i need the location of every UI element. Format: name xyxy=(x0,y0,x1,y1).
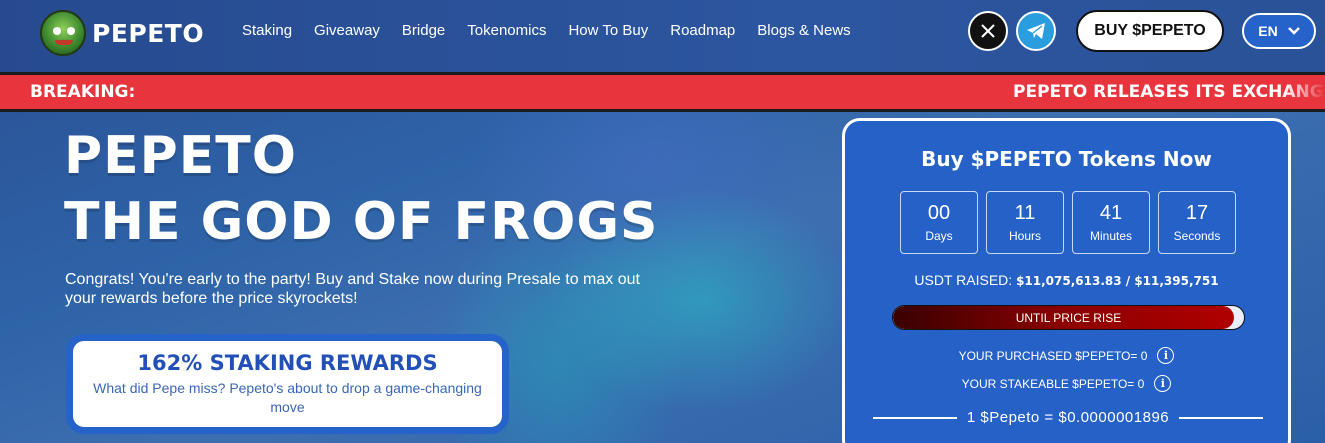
buy-tokens-panel: Buy $PEPETO Tokens Now 00 Days 11 Hours … xyxy=(842,118,1291,443)
divider xyxy=(873,416,957,419)
presale-countdown: 00 Days 11 Hours 41 Minutes 17 Seconds xyxy=(900,191,1236,254)
purchased-balance-text: YOUR PURCHASED $PEPETO= 0 xyxy=(958,348,1148,363)
nav-item-tokenomics[interactable]: Tokenomics xyxy=(467,22,546,39)
nav-item-giveaway[interactable]: Giveaway xyxy=(314,22,380,39)
nav-item-roadmap[interactable]: Roadmap xyxy=(670,22,735,39)
chevron-down-icon xyxy=(1287,27,1300,35)
nav-item-blogs-news[interactable]: Blogs & News xyxy=(757,22,850,39)
staking-rewards-title: 162% STAKING REWARDS xyxy=(137,351,438,375)
countdown-hours-label: Hours xyxy=(1008,229,1041,243)
staking-rewards-card[interactable]: 162% STAKING REWARDS What did Pepe miss?… xyxy=(66,334,509,434)
hero-title-line2: THE GOD OF FROGS xyxy=(64,192,659,252)
main-nav: Staking Giveaway Bridge Tokenomics How T… xyxy=(242,22,873,39)
presale-progress-bar: UNTIL PRICE RISE xyxy=(892,305,1245,330)
brand-logo[interactable]: PEPETO xyxy=(40,10,204,56)
countdown-days: 00 Days xyxy=(900,191,978,254)
buy-panel-title: Buy $PEPETO Tokens Now xyxy=(921,147,1212,171)
buy-pepeto-button[interactable]: BUY $PEPETO xyxy=(1076,10,1224,52)
countdown-seconds: 17 Seconds xyxy=(1158,191,1236,254)
hero-title: PEPETO THE GOD OF FROGS xyxy=(64,128,659,260)
countdown-days-label: Days xyxy=(925,229,953,243)
nav-item-staking[interactable]: Staking xyxy=(242,22,292,39)
brand-name: PEPETO xyxy=(92,18,205,48)
stakeable-balance-text: YOUR STAKEABLE $PEPETO= 0 xyxy=(961,376,1145,391)
ticker-label: BREAKING: xyxy=(30,82,136,102)
language-selector[interactable]: EN xyxy=(1242,13,1316,49)
hero-subtitle: Congrats! You're early to the party! Buy… xyxy=(65,271,640,307)
countdown-seconds-label: Seconds xyxy=(1173,229,1221,243)
info-icon[interactable]: i xyxy=(1154,375,1172,392)
purchased-balance: YOUR PURCHASED $PEPETO= 0 i xyxy=(845,347,1288,364)
usdt-raised: USDT RAISED: $11,075,613.83 / $11,395,75… xyxy=(845,272,1288,288)
usdt-raised-value: $11,075,613.83 / $11,395,751 xyxy=(1016,274,1219,288)
ticker-headline[interactable]: PEPETO RELEASES ITS EXCHANGE xyxy=(1013,82,1325,102)
x-icon xyxy=(981,24,995,38)
usdt-raised-label: USDT RAISED: xyxy=(914,272,1013,288)
site-header: PEPETO Staking Giveaway Bridge Tokenomic… xyxy=(0,0,1325,72)
countdown-seconds-value: 17 xyxy=(1185,202,1209,224)
countdown-hours: 11 Hours xyxy=(986,191,1064,254)
stakeable-balance: YOUR STAKEABLE $PEPETO= 0 i xyxy=(845,375,1288,392)
ticker-fade xyxy=(1285,75,1325,109)
nav-item-bridge[interactable]: Bridge xyxy=(402,22,445,39)
divider xyxy=(1179,416,1264,419)
x-social-button[interactable] xyxy=(968,11,1008,51)
countdown-minutes: 41 Minutes xyxy=(1072,191,1150,254)
info-icon[interactable]: i xyxy=(1157,347,1175,364)
countdown-minutes-label: Minutes xyxy=(1089,229,1133,243)
countdown-days-value: 00 xyxy=(927,202,951,224)
telegram-icon xyxy=(1027,23,1045,39)
breaking-news-ticker: BREAKING: PEPETO RELEASES ITS EXCHANGE xyxy=(0,72,1325,112)
token-rate: 1 $Pepeto = $0.0000001896 xyxy=(873,409,1264,426)
progress-label: UNTIL PRICE RISE xyxy=(1015,310,1122,325)
frog-logo-icon xyxy=(40,10,86,56)
telegram-social-button[interactable] xyxy=(1016,11,1056,51)
hero-title-line1: PEPETO xyxy=(64,126,297,186)
countdown-minutes-value: 41 xyxy=(1099,202,1123,224)
language-label: EN xyxy=(1258,23,1278,39)
countdown-hours-value: 11 xyxy=(1014,202,1036,224)
token-rate-text: 1 $Pepeto = $0.0000001896 xyxy=(966,409,1170,426)
staking-rewards-description: What did Pepe miss? Pepeto's about to dr… xyxy=(93,380,482,415)
nav-item-how-to-buy[interactable]: How To Buy xyxy=(568,22,648,39)
